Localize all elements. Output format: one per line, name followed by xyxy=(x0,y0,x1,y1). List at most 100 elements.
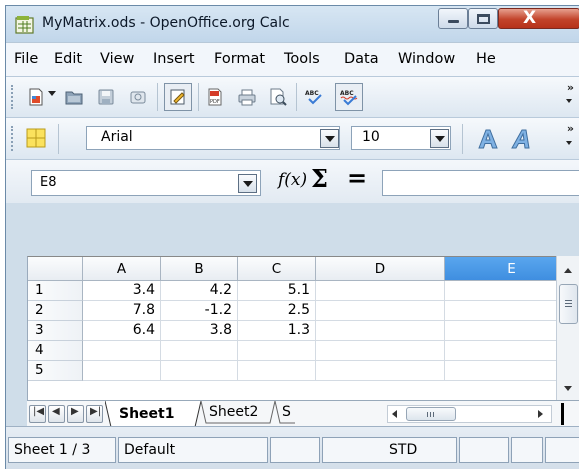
row-header-4[interactable]: 4 xyxy=(28,341,83,361)
cell-d1[interactable] xyxy=(316,281,445,301)
sheet-tab-sheet1[interactable]: Sheet1 xyxy=(119,401,174,427)
menu-view[interactable]: View xyxy=(100,51,134,67)
maximize-button[interactable] xyxy=(468,8,498,29)
cell-d4[interactable] xyxy=(316,341,445,361)
cell-a5[interactable] xyxy=(83,361,161,381)
font-size-combobox[interactable]: 10 xyxy=(351,126,451,150)
row-header-1[interactable]: 1 xyxy=(28,281,83,301)
cell-c3[interactable]: 1.3 xyxy=(238,321,316,341)
grip-line xyxy=(427,412,428,417)
italic-a-icon[interactable] xyxy=(510,127,534,151)
spellcheck-icon[interactable]: ABC xyxy=(304,87,324,107)
toolbar-grip[interactable] xyxy=(11,85,15,109)
minimize-button[interactable] xyxy=(438,8,468,29)
scroll-down-icon[interactable] xyxy=(564,386,572,391)
menu-insert[interactable]: Insert xyxy=(153,51,195,67)
scroll-up-icon[interactable] xyxy=(564,268,572,273)
column-header-d[interactable]: D xyxy=(316,257,445,281)
toolbar-options-icon[interactable] xyxy=(566,141,572,145)
first-sheet-button[interactable]: |◀ xyxy=(29,405,46,423)
name-box[interactable]: E8 xyxy=(31,170,261,196)
function-button[interactable]: = xyxy=(347,164,367,192)
cell-a3[interactable]: 6.4 xyxy=(83,321,161,341)
menu-help[interactable]: He xyxy=(476,51,496,67)
styles-icon[interactable] xyxy=(26,128,46,148)
sum-button[interactable]: Σ xyxy=(311,164,328,193)
column-header-c[interactable]: C xyxy=(238,257,316,281)
function-wizard-button[interactable]: f(x) xyxy=(278,170,307,190)
select-all-corner[interactable] xyxy=(28,257,83,281)
toolbar-options-icon[interactable] xyxy=(566,99,572,103)
column-header-a[interactable]: A xyxy=(83,257,161,281)
toolbar-more-icon[interactable]: » xyxy=(567,81,574,94)
cell-b4[interactable] xyxy=(161,341,238,361)
cell-d5[interactable] xyxy=(316,361,445,381)
cell-a4[interactable] xyxy=(83,341,161,361)
page-preview-icon[interactable] xyxy=(268,87,288,107)
first-sheet-icon: |◀ xyxy=(33,406,45,417)
new-dropdown-arrow-icon[interactable] xyxy=(48,91,56,96)
menu-tools[interactable]: Tools xyxy=(284,51,320,67)
edit-mode-button[interactable] xyxy=(164,83,192,111)
new-document-icon[interactable] xyxy=(26,87,46,107)
menu-file[interactable]: File xyxy=(14,51,38,67)
menu-window[interactable]: Window xyxy=(398,51,455,67)
formula-input[interactable] xyxy=(382,170,579,196)
cell-b2[interactable]: -1.2 xyxy=(161,301,238,321)
grip-line xyxy=(565,300,572,301)
menu-edit[interactable]: Edit xyxy=(54,51,82,67)
column-header-b[interactable]: B xyxy=(161,257,238,281)
status-zoom-field[interactable] xyxy=(270,437,320,463)
cell-c5[interactable] xyxy=(238,361,316,381)
email-icon[interactable] xyxy=(128,87,148,107)
font-color-a-icon[interactable] xyxy=(476,127,500,151)
open-folder-icon[interactable] xyxy=(64,87,84,107)
toolbar-separator xyxy=(58,124,59,154)
cell-d3[interactable] xyxy=(316,321,445,341)
autospellcheck-button[interactable]: ABC xyxy=(335,83,363,111)
cell-c2[interactable]: 2.5 xyxy=(238,301,316,321)
close-button[interactable]: X xyxy=(498,8,579,29)
vertical-scroll-thumb[interactable] xyxy=(559,284,578,324)
cell-c1[interactable]: 5.1 xyxy=(238,281,316,301)
status-page-style[interactable]: Default xyxy=(118,437,268,463)
vertical-scrollbar[interactable] xyxy=(556,256,579,400)
row-header-2[interactable]: 2 xyxy=(28,301,83,321)
sheet-tab-sheet3[interactable]: S xyxy=(282,399,294,425)
split-handle[interactable] xyxy=(561,403,564,425)
horizontal-scroll-thumb[interactable] xyxy=(406,407,456,421)
status-selection-mode[interactable]: STD xyxy=(322,437,457,463)
name-box-dropdown-button[interactable] xyxy=(238,174,257,193)
svg-text:PDF: PDF xyxy=(210,99,220,105)
row-header-3[interactable]: 3 xyxy=(28,321,83,341)
font-size-dropdown-button[interactable] xyxy=(430,129,449,148)
last-sheet-button[interactable]: ▶| xyxy=(86,405,103,423)
cell-a2[interactable]: 7.8 xyxy=(83,301,161,321)
next-sheet-button[interactable]: ▶ xyxy=(67,405,84,423)
menu-format[interactable]: Format xyxy=(214,51,265,67)
font-name-value: Arial xyxy=(101,129,133,145)
toolbar-more-icon[interactable]: » xyxy=(567,122,574,135)
scroll-left-icon[interactable] xyxy=(392,410,397,418)
toolbar-grip[interactable] xyxy=(11,126,15,151)
export-pdf-icon[interactable]: PDF xyxy=(205,87,225,107)
cell-d2[interactable] xyxy=(316,301,445,321)
cell-b5[interactable] xyxy=(161,361,238,381)
scroll-right-icon[interactable] xyxy=(538,410,543,418)
previous-sheet-button[interactable]: ◀ xyxy=(48,405,65,423)
horizontal-scrollbar[interactable] xyxy=(387,405,552,423)
cell-b3[interactable]: 3.8 xyxy=(161,321,238,341)
grip-line xyxy=(433,412,434,417)
menu-data[interactable]: Data xyxy=(344,51,379,67)
font-name-dropdown-button[interactable] xyxy=(320,129,339,148)
print-icon[interactable] xyxy=(237,87,257,107)
formula-bar: E8 f(x) Σ = xyxy=(6,159,579,203)
frame-spacer xyxy=(6,203,579,256)
font-name-combobox[interactable]: Arial xyxy=(86,126,340,150)
cell-c4[interactable] xyxy=(238,341,316,361)
cell-b1[interactable]: 4.2 xyxy=(161,281,238,301)
sheet-tab-sheet2[interactable]: Sheet2 xyxy=(209,399,258,425)
cell-a1[interactable]: 3.4 xyxy=(83,281,161,301)
row-header-5[interactable]: 5 xyxy=(28,361,83,381)
save-icon[interactable] xyxy=(96,87,116,107)
